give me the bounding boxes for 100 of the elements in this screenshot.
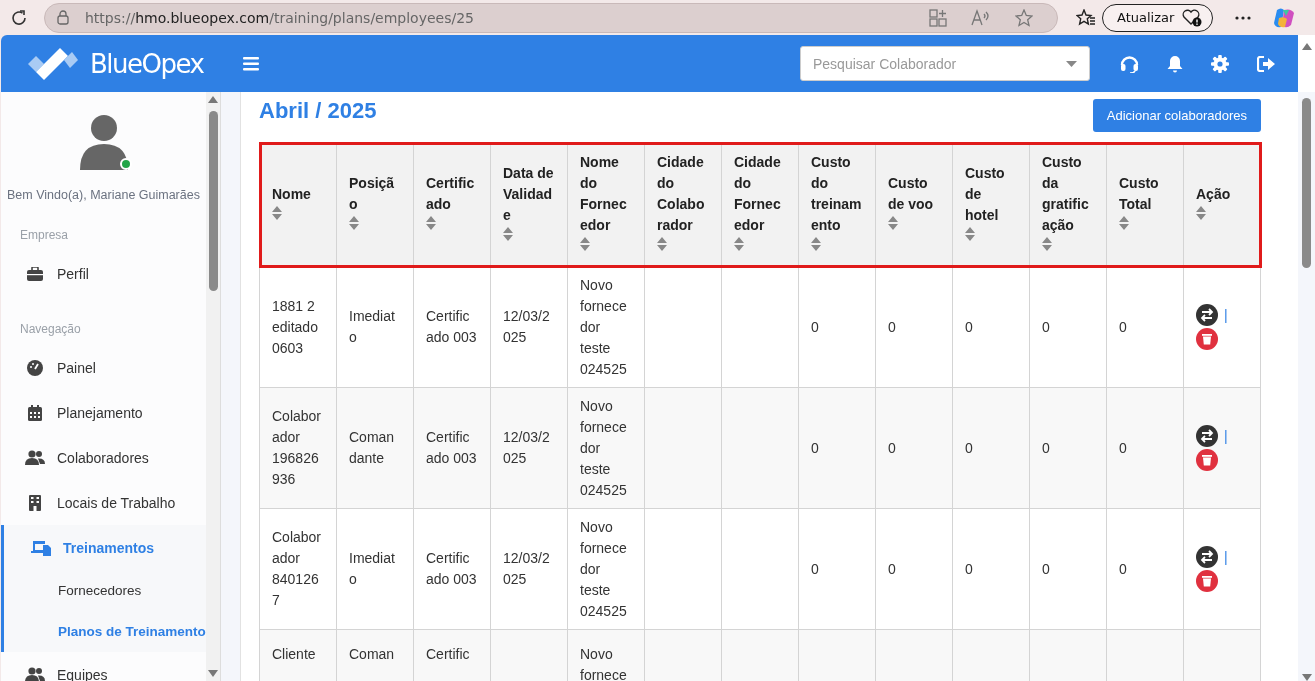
calendar-icon <box>28 404 42 421</box>
column-header[interactable]: Custo de hotel <box>952 142 1030 267</box>
sidebar-item[interactable]: Colaboradores <box>1 435 206 480</box>
swap-icon[interactable] <box>1196 425 1218 447</box>
table-cell: Imediato <box>336 508 414 630</box>
column-header[interactable]: Posição <box>336 142 414 267</box>
table-cell: 0 <box>875 508 953 630</box>
table-cell: Novo fornecedor teste 024525 <box>567 387 645 509</box>
sort-icon[interactable] <box>1196 205 1206 220</box>
table-cell: Comandante <box>336 387 414 509</box>
table-cell: 0 <box>952 387 1030 509</box>
separator-text: | <box>1224 305 1228 325</box>
section-heading: Navegação <box>19 321 82 338</box>
briefcase-icon <box>27 266 43 281</box>
table-cell: 12/03/2025 <box>490 387 568 509</box>
devices-icon <box>31 539 51 556</box>
scrollbar[interactable] <box>206 92 220 681</box>
scroll-down-icon[interactable] <box>1301 674 1312 681</box>
lock-icon <box>57 10 69 25</box>
sort-icon[interactable] <box>657 237 667 251</box>
brand-name: BlueOpex <box>90 48 204 79</box>
scroll-down-icon[interactable] <box>208 670 218 677</box>
table-cell: Cliente <box>259 629 337 681</box>
gauge-icon <box>27 359 43 376</box>
update-button[interactable]: Atualizar <box>1102 3 1214 32</box>
trash-icon[interactable] <box>1196 328 1218 350</box>
sort-icon[interactable] <box>503 226 513 241</box>
sort-icon[interactable] <box>272 205 282 220</box>
table-cell: Colaborador 196826936 <box>259 387 337 509</box>
column-header[interactable]: Nome <box>259 142 337 267</box>
scroll-up-icon[interactable] <box>1301 43 1312 50</box>
table-cell: 0 <box>798 508 876 630</box>
table-cell: Certificado 003 <box>413 508 491 630</box>
table-cell: 0 <box>798 266 876 388</box>
trash-icon[interactable] <box>1196 570 1218 592</box>
read-aloud-icon[interactable] <box>971 8 991 27</box>
table-cell: 12/03/2025 <box>490 508 568 630</box>
sort-icon[interactable] <box>580 237 590 251</box>
column-header[interactable]: Custo do treinamento <box>798 142 876 267</box>
sort-icon[interactable] <box>426 216 436 230</box>
table-cell: Novo fornecedor teste 024525 <box>567 508 645 630</box>
scroll-up-icon[interactable] <box>208 96 218 103</box>
column-header[interactable]: Ação <box>1183 142 1261 267</box>
column-header[interactable]: Certificado <box>413 142 491 267</box>
address-bar[interactable]: https://hmo.blueopex.com/training/plans/employees/25 <box>44 2 1058 33</box>
table-cell: Coman <box>336 629 414 681</box>
assistant-logo-icon[interactable] <box>1273 6 1296 29</box>
sidebar-item[interactable]: Locais de Trabalho <box>1 480 206 525</box>
bell-icon[interactable] <box>1167 54 1183 73</box>
column-header[interactable]: Data de Validade <box>490 142 568 267</box>
column-header[interactable]: Nome do Fornecedor <box>567 142 645 267</box>
sidebar-item[interactable]: Planejamento <box>1 390 206 435</box>
people-icon <box>25 450 45 465</box>
sort-icon[interactable] <box>888 216 898 230</box>
settings-icon[interactable] <box>1211 54 1229 73</box>
table-cell: 0 <box>1106 508 1184 630</box>
more-icon[interactable] <box>1235 15 1252 20</box>
table-cell: Novo fornece <box>567 629 645 681</box>
caret-icon <box>1066 60 1077 67</box>
reload-icon[interactable] <box>10 8 28 27</box>
sort-icon[interactable] <box>734 237 744 251</box>
swap-icon[interactable] <box>1196 546 1218 568</box>
table-cell: 12/03/2025 <box>490 266 568 388</box>
table-cell: Certificado 003 <box>413 266 491 388</box>
table-cell: 0 <box>798 387 876 509</box>
column-header[interactable]: Custo Total <box>1106 142 1184 267</box>
scroll-thumb[interactable] <box>1302 98 1311 268</box>
sidebar-subitem[interactable]: Planos de Treinamento <box>4 611 206 652</box>
scroll-thumb[interactable] <box>208 111 218 291</box>
column-header[interactable]: Custo da gratificação <box>1029 142 1107 267</box>
sort-icon[interactable] <box>811 237 821 251</box>
headset-icon[interactable] <box>1120 54 1139 73</box>
trash-icon[interactable] <box>1196 449 1218 471</box>
separator-text: | <box>1224 426 1228 446</box>
menu-icon[interactable] <box>243 56 260 71</box>
sidebar-subitem[interactable]: Fornecedores <box>4 570 206 611</box>
table-cell: 0 <box>952 508 1030 630</box>
column-header[interactable]: Custo de voo <box>875 142 953 267</box>
sidebar-item[interactable]: Painel <box>1 345 206 390</box>
people-icon <box>25 667 45 681</box>
sidebar-item[interactable]: Treinamentos <box>4 525 206 570</box>
table-cell: Certific <box>413 629 491 681</box>
sort-icon[interactable] <box>349 216 359 230</box>
favorites-icon[interactable] <box>1076 8 1096 27</box>
table-cell: 0 <box>1106 387 1184 509</box>
logo-icon <box>28 47 78 80</box>
column-header[interactable]: Cidade do Colaborador <box>644 142 722 267</box>
sidebar-item[interactable]: Perfil <box>1 251 206 296</box>
column-header[interactable]: Cidade do Fornecedor <box>721 142 799 267</box>
table-cell: 0 <box>875 387 953 509</box>
add-employees-button[interactable]: Adicionar colaboradores <box>1092 99 1261 132</box>
grid-plus-icon[interactable] <box>929 8 947 27</box>
logout-icon[interactable] <box>1257 55 1276 72</box>
star-icon[interactable] <box>1015 8 1033 27</box>
sort-icon[interactable] <box>965 226 975 241</box>
sort-icon[interactable] <box>1042 237 1052 251</box>
sort-icon[interactable] <box>1119 216 1129 230</box>
table-cell: 0 <box>875 266 953 388</box>
swap-icon[interactable] <box>1196 304 1218 326</box>
page-title: Abril / 2025 <box>259 98 377 124</box>
